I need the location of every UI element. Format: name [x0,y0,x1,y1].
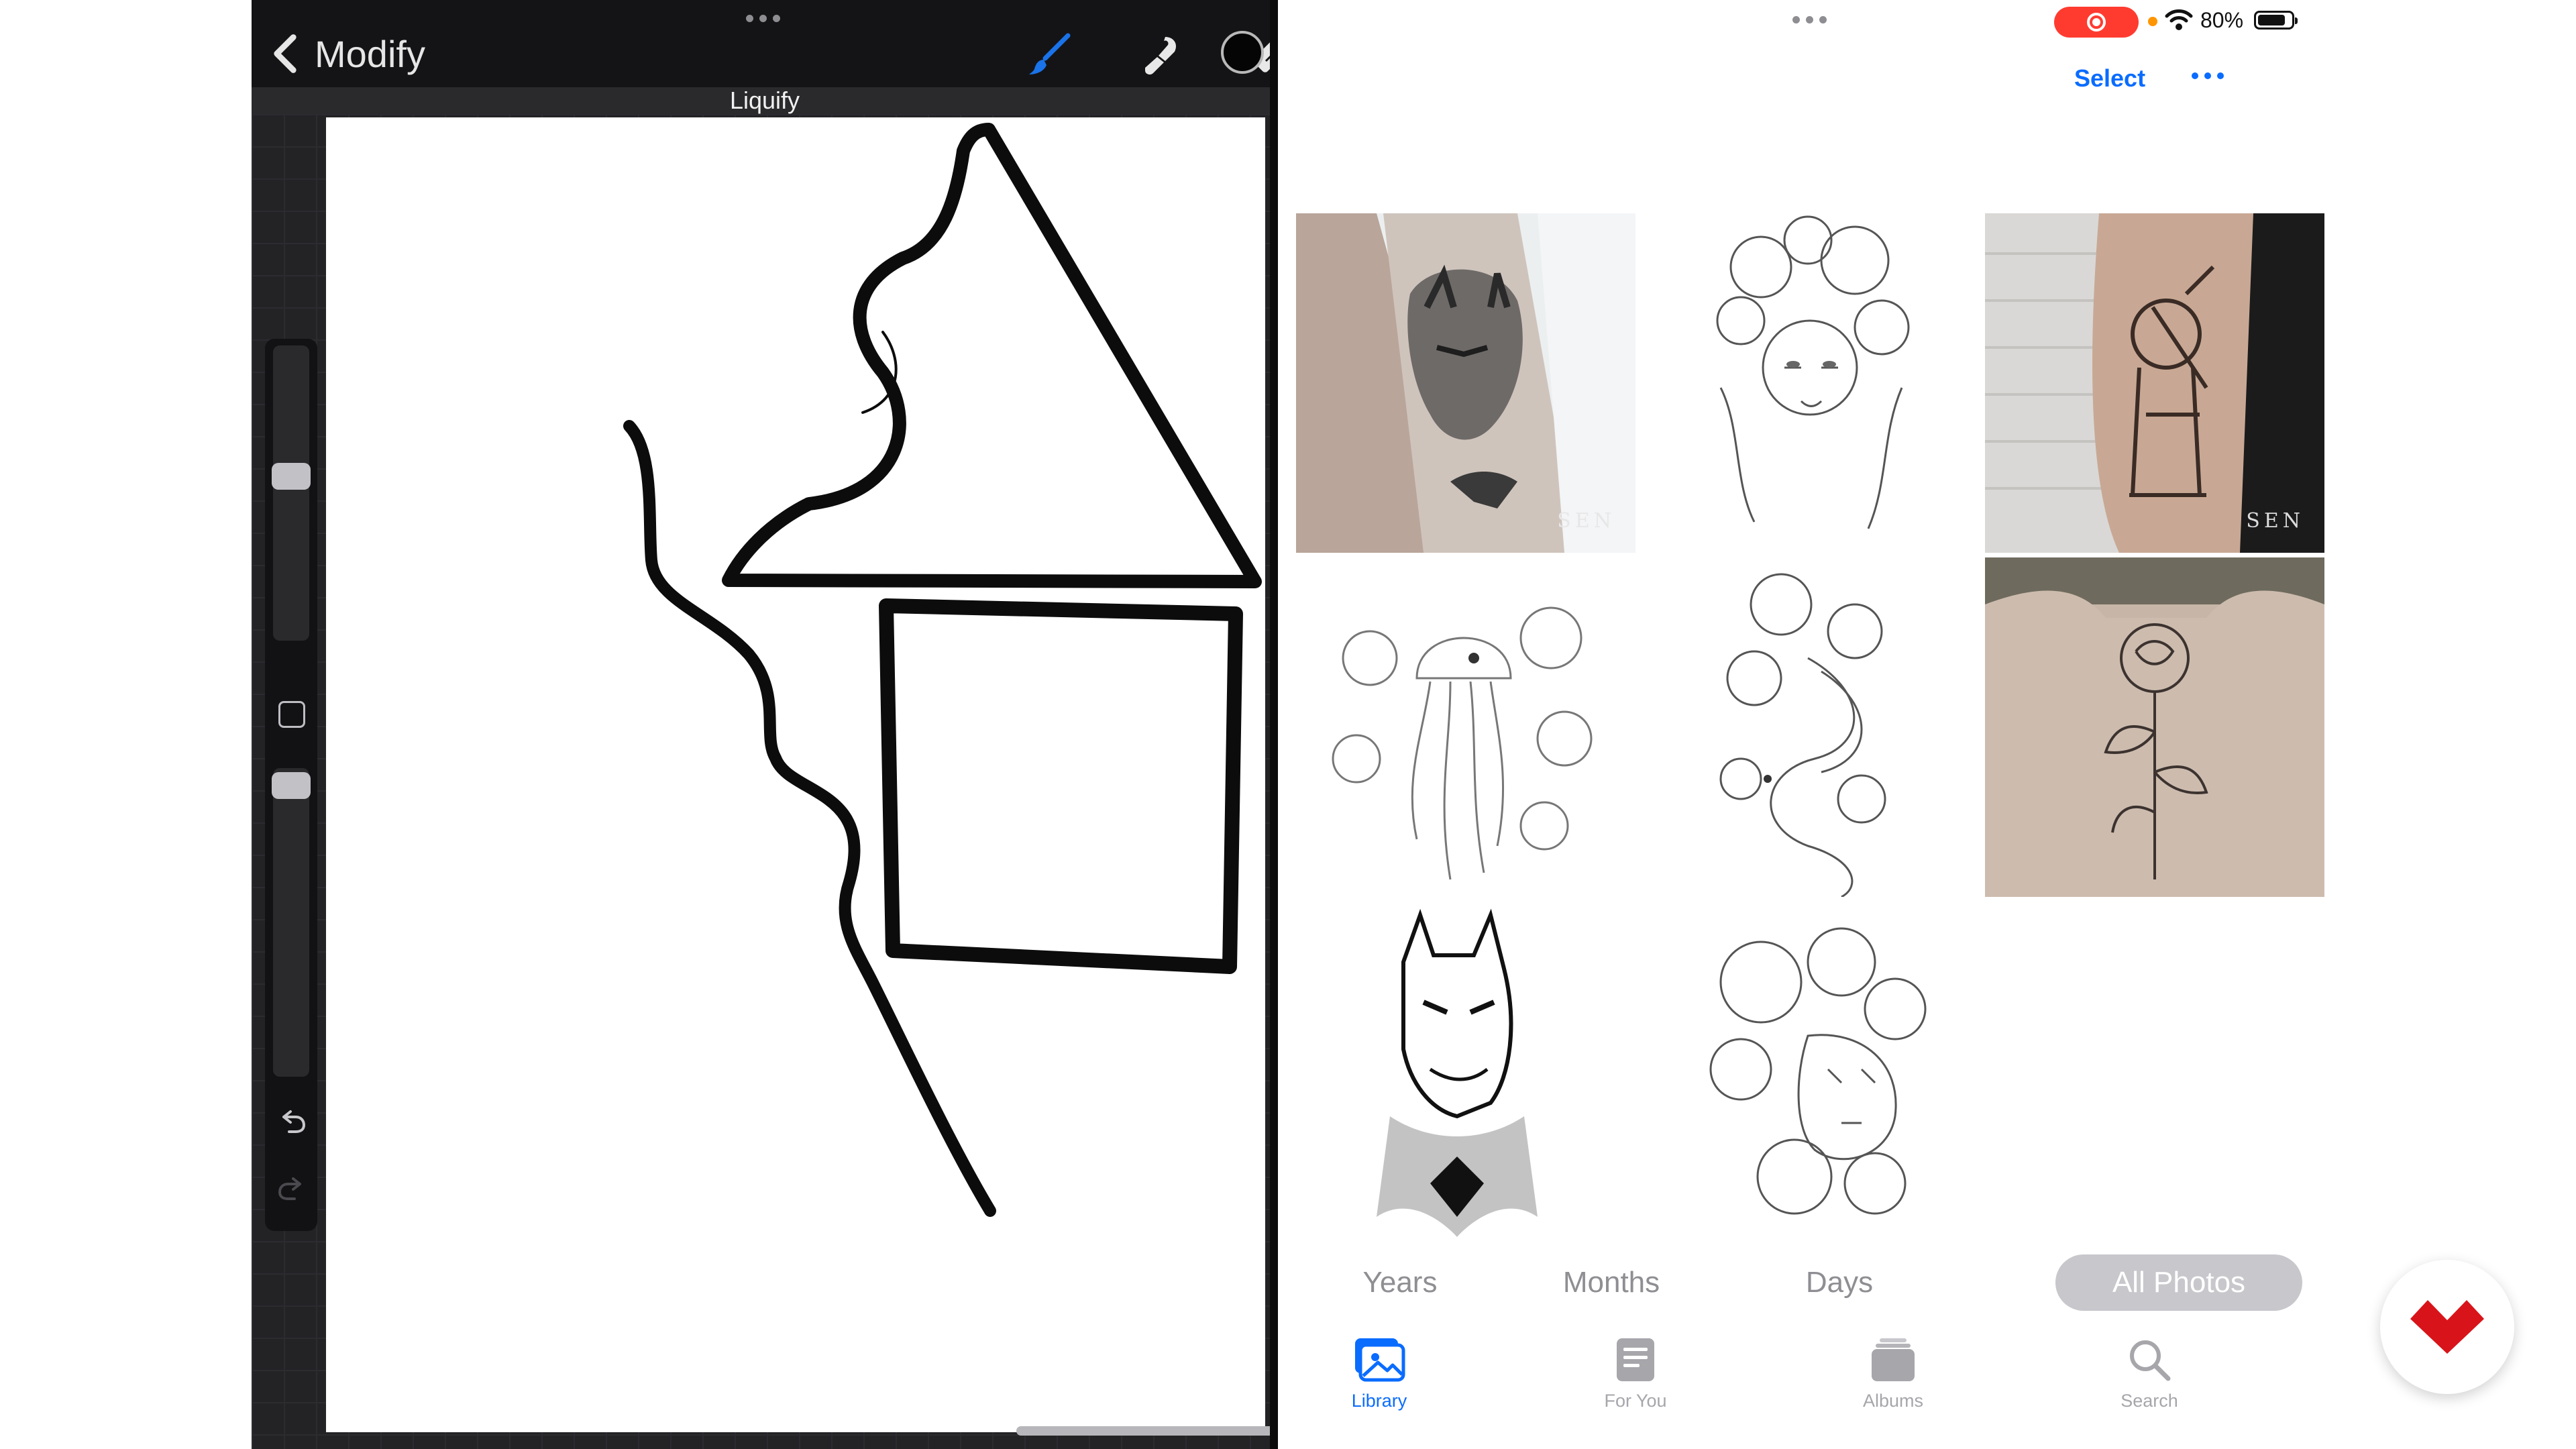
photo-library-icon [1355,1338,1405,1382]
photos-tab-bar-items: Library For You Albums Search [1296,1332,2324,1449]
photo-thumbnail[interactable] [1296,902,1635,1241]
floating-logo-button[interactable] [2380,1260,2514,1394]
multitasking-handle[interactable] [1792,16,1827,23]
microphone-indicator-icon [2148,17,2157,26]
split-view-divider[interactable] [1270,0,1278,1449]
rose-back-tattoo-photo [1985,557,2324,897]
segment-all-photos[interactable]: All Photos [2055,1254,2302,1311]
photo-thumbnail[interactable] [1640,213,1980,553]
color-picker-button[interactable] [1221,31,1264,74]
tab-search[interactable]: Search [2082,1332,2216,1411]
batman-bust-sketch [1296,902,1635,1241]
redo-button[interactable] [276,1171,308,1203]
albums-icon [1872,1338,1915,1381]
tab-albums[interactable]: Albums [1826,1332,1960,1411]
segment-days[interactable]: Days [1739,1254,1940,1311]
screen-recording-indicator[interactable] [2054,7,2139,38]
redo-icon [278,1177,301,1200]
battery-percentage: 80% [2200,8,2244,32]
record-icon [2087,13,2106,32]
liquify-mode-label: Liquify [252,87,1278,114]
wifi-icon [2165,9,2193,30]
tab-search-label: Search [2121,1391,2178,1411]
samurai-arm-tattoo-photo [1985,213,2324,553]
floral-woman-sketch [1640,213,1980,553]
drawing-canvas[interactable] [326,117,1265,1432]
tab-for-you-label: For You [1604,1391,1667,1411]
photo-thumbnail[interactable] [1640,557,1980,897]
opacity-slider[interactable] [272,768,311,1077]
more-options-button[interactable] [2192,72,2224,79]
photo-thumbnail[interactable] [1296,557,1635,897]
brush-tool-button[interactable] [1023,28,1077,82]
tab-library[interactable]: Library [1312,1332,1446,1411]
ellipsis-icon [2192,72,2224,79]
photo-thumbnail[interactable]: SEN [1985,213,2324,553]
opacity-thumb[interactable] [272,772,311,799]
modify-button[interactable] [278,701,305,728]
segment-months[interactable]: Months [1504,1254,1719,1311]
chevron-left-icon [274,34,297,73]
segment-years[interactable]: Years [1296,1254,1504,1311]
multitasking-handle[interactable] [746,15,780,22]
tab-library-label: Library [1351,1391,1407,1411]
modify-label: Modify [315,32,425,75]
sketch-strokes [623,123,1262,1217]
battery-icon [2254,11,2298,30]
canvas-scroll-indicator [1016,1426,1278,1436]
watermark: SEN [1557,509,1615,533]
undo-icon [282,1110,306,1133]
undo-button[interactable] [276,1104,308,1136]
dragon-floral-sketch [1640,557,1980,897]
tiger-peony-sketch [1640,902,1980,1241]
photo-thumbnail[interactable]: SEN [1296,213,1635,553]
search-icon [2130,1340,2171,1381]
liquify-label: Liquify [729,87,800,114]
watermark: SEN [2246,509,2304,533]
tab-for-you[interactable]: For You [1568,1332,1703,1411]
brush-icon [1029,33,1071,74]
photo-thumbnail[interactable] [1985,557,2324,897]
for-you-icon [1617,1338,1654,1381]
heart-logo-icon [2410,1300,2484,1354]
brush-size-slider[interactable] [272,345,311,641]
library-view-segmented-control: Years Months Days All Photos [1296,1254,2324,1322]
photos-window: 80% Select SEN SEN Years Months Days All… [1296,0,2324,1449]
battery-level [2258,15,2285,25]
procreate-top-bar: Modify [252,0,1278,87]
batman-arm-tattoo-photo [1296,213,1635,553]
jellyfish-floral-sketch [1296,557,1635,897]
smudge-icon [1145,37,1177,75]
select-button[interactable]: Select [2074,64,2145,93]
photo-thumbnail[interactable] [1640,902,1980,1241]
smudge-tool-button[interactable] [1135,28,1189,82]
modify-back-button[interactable]: Modify [265,27,425,80]
procreate-sidebar [265,339,317,1231]
procreate-window: Modify Liquify [252,0,1278,1449]
brush-size-thumb[interactable] [272,463,311,490]
tab-albums-label: Albums [1862,1391,1924,1411]
